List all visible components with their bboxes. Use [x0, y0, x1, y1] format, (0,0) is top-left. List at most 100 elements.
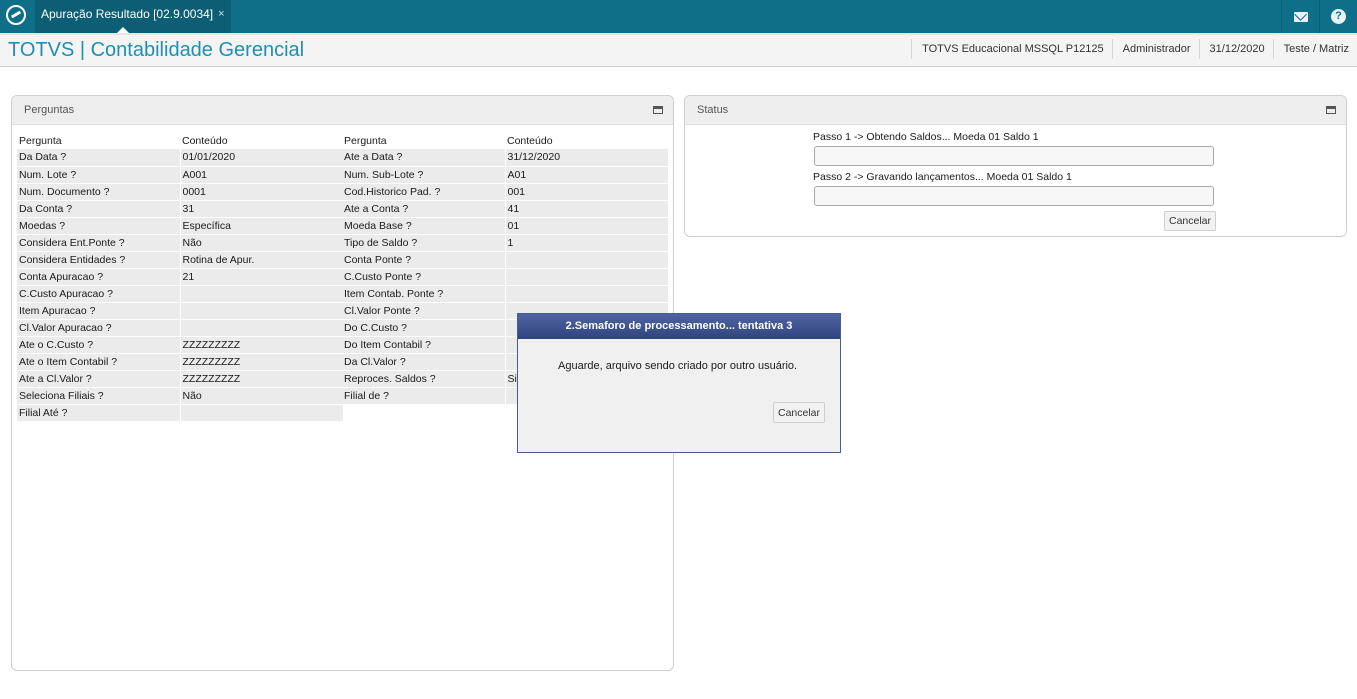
question-row[interactable]: Considera Entidades ? Rotina de Apur. [17, 251, 343, 269]
question-label: Cl.Valor Ponte ? [342, 302, 506, 320]
question-value[interactable]: 31/12/2020 [505, 149, 668, 167]
question-label: Filial de ? [342, 387, 506, 405]
question-value[interactable]: 41 [505, 200, 668, 218]
question-row[interactable]: Ate a Cl.Valor ? ZZZZZZZZZ [17, 370, 343, 388]
question-value[interactable]: Rotina de Apur. [180, 251, 343, 269]
user-label: Administrador [1111, 39, 1199, 59]
question-row[interactable]: Conta Ponte ? [342, 251, 668, 269]
question-value[interactable]: ZZZZZZZZZ [180, 336, 343, 354]
question-label: Da Cl.Valor ? [342, 353, 506, 371]
question-row[interactable]: Num. Lote ? A001 [17, 166, 343, 184]
question-row[interactable]: Seleciona Filiais ? Não [17, 387, 343, 405]
question-label: Do Item Contabil ? [342, 336, 506, 354]
question-value[interactable] [505, 285, 668, 303]
question-value[interactable]: 31 [180, 200, 343, 218]
step1-progress-bar [814, 146, 1214, 166]
question-label: Conta Apuracao ? [17, 268, 181, 286]
question-row[interactable]: Moedas ? Específica [17, 217, 343, 235]
column-header-content: Conteúdo [180, 132, 343, 149]
question-value[interactable] [180, 404, 343, 422]
minimize-icon[interactable] [1326, 106, 1336, 114]
question-label: Reproces. Saldos ? [342, 370, 506, 388]
question-row[interactable]: Tipo de Saldo ? 1 [342, 234, 668, 252]
question-label: Cod.Historico Pad. ? [342, 183, 506, 201]
question-row[interactable]: C.Custo Apuracao ? [17, 285, 343, 303]
app-title: TOTVS | Contabilidade Gerencial [8, 39, 305, 61]
question-label: Da Data ? [17, 149, 181, 167]
app-header: TOTVS | Contabilidade Gerencial TOTVS Ed… [0, 33, 1357, 67]
environment-label: TOTVS Educacional MSSQL P12125 [911, 39, 1112, 59]
mail-button[interactable] [1281, 0, 1319, 33]
tab-close-icon[interactable]: × [218, 0, 224, 33]
question-label: Filial Até ? [17, 404, 181, 422]
question-row[interactable]: Ate a Data ? 31/12/2020 [342, 149, 668, 167]
question-label: Num. Documento ? [17, 183, 181, 201]
question-value[interactable]: 0001 [180, 183, 343, 201]
top-bar: Apuração Resultado [02.9.0034] × ? [0, 0, 1357, 33]
question-label: Cl.Valor Apuracao ? [17, 319, 181, 337]
question-label: Da Conta ? [17, 200, 181, 218]
question-label: Considera Entidades ? [17, 251, 181, 269]
question-value[interactable]: Não [180, 387, 343, 405]
question-label: Ate o Item Contabil ? [17, 353, 181, 371]
question-value[interactable]: ZZZZZZZZZ [180, 370, 343, 388]
column-header-question: Pergunta [342, 132, 505, 149]
date-label: 31/12/2020 [1198, 39, 1273, 59]
question-label: Ate a Conta ? [342, 200, 506, 218]
step1-label: Passo 1 -> Obtendo Saldos... Moeda 01 Sa… [813, 131, 1039, 143]
question-value[interactable]: Específica [180, 217, 343, 235]
question-row[interactable]: Num. Documento ? 0001 [17, 183, 343, 201]
minimize-icon[interactable] [653, 106, 663, 114]
question-row[interactable]: Ate a Conta ? 41 [342, 200, 668, 218]
question-value[interactable]: A01 [505, 166, 668, 184]
question-row[interactable]: Ate o C.Custo ? ZZZZZZZZZ [17, 336, 343, 354]
help-button[interactable]: ? [1319, 0, 1357, 33]
column-header-question: Pergunta [17, 132, 180, 149]
question-value[interactable] [180, 319, 343, 337]
question-value[interactable]: A001 [180, 166, 343, 184]
question-row[interactable]: Da Data ? 01/01/2020 [17, 149, 343, 167]
question-label: Item Contab. Ponte ? [342, 285, 506, 303]
step2-label: Passo 2 -> Gravando lançamentos... Moeda… [813, 171, 1072, 183]
question-label: Tipo de Saldo ? [342, 234, 506, 252]
question-value[interactable]: 01 [505, 217, 668, 235]
question-value[interactable]: ZZZZZZZZZ [180, 353, 343, 371]
question-label: Ate o C.Custo ? [17, 336, 181, 354]
question-row[interactable]: Da Conta ? 31 [17, 200, 343, 218]
questions-panel-title: Perguntas [24, 104, 75, 116]
dialog-cancel-button[interactable]: Cancelar [773, 402, 825, 423]
question-label: Do C.Custo ? [342, 319, 506, 337]
dialog-message: Aguarde, arquivo sendo criado por outro … [558, 360, 798, 372]
totvs-logo-icon[interactable] [6, 5, 26, 25]
column-header-content: Conteúdo [505, 132, 668, 149]
question-row[interactable]: Ate o Item Contabil ? ZZZZZZZZZ [17, 353, 343, 371]
question-row[interactable]: C.Custo Ponte ? [342, 268, 668, 286]
question-value[interactable]: 001 [505, 183, 668, 201]
question-value[interactable] [505, 268, 668, 286]
question-row[interactable]: Conta Apuracao ? 21 [17, 268, 343, 286]
question-row[interactable]: Filial Até ? [17, 404, 343, 422]
tab-apuracao-resultado[interactable]: Apuração Resultado [02.9.0034] × [35, 0, 231, 33]
mail-icon [1293, 11, 1308, 22]
question-value[interactable]: Não [180, 234, 343, 252]
question-row[interactable]: Item Contab. Ponte ? [342, 285, 668, 303]
question-label: Conta Ponte ? [342, 251, 506, 269]
question-label: Moeda Base ? [342, 217, 506, 235]
question-row[interactable]: Num. Sub-Lote ? A01 [342, 166, 668, 184]
question-row[interactable]: Item Apuracao ? [17, 302, 343, 320]
question-row[interactable]: Cl.Valor Apuracao ? [17, 319, 343, 337]
question-value[interactable]: 01/01/2020 [180, 149, 343, 167]
question-value[interactable] [180, 302, 343, 320]
question-label: Ate a Cl.Valor ? [17, 370, 181, 388]
question-row[interactable]: Considera Ent.Ponte ? Não [17, 234, 343, 252]
status-cancel-button[interactable]: Cancelar [1164, 211, 1216, 231]
question-value[interactable]: 1 [505, 234, 668, 252]
question-label: C.Custo Ponte ? [342, 268, 506, 286]
question-label: Moedas ? [17, 217, 181, 235]
question-row[interactable]: Moeda Base ? 01 [342, 217, 668, 235]
question-row[interactable]: Cod.Historico Pad. ? 001 [342, 183, 668, 201]
question-label: Ate a Data ? [342, 149, 506, 167]
question-value[interactable]: 21 [180, 268, 343, 286]
question-value[interactable] [180, 285, 343, 303]
question-value[interactable] [505, 251, 668, 269]
